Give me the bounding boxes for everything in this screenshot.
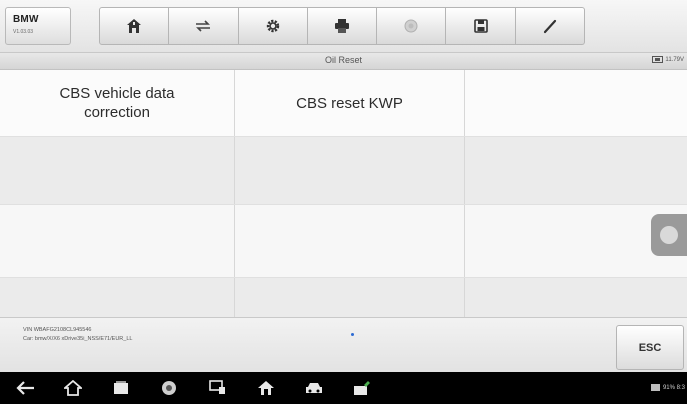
grid-row xyxy=(0,277,687,317)
vehicle-swap-icon xyxy=(196,20,211,32)
home-nav-button[interactable] xyxy=(62,379,84,397)
vehicle-info: VIN WBAFG2108CL945546 Car: bmw/X/X6 xDri… xyxy=(23,326,132,344)
empty-tile xyxy=(235,136,465,204)
empty-tile xyxy=(0,136,235,204)
page-indicator xyxy=(351,333,354,336)
page-title: Oil Reset xyxy=(324,55,362,65)
battery-voltage: 11.79V xyxy=(652,56,684,63)
pen-icon xyxy=(543,19,556,34)
help-icon xyxy=(404,19,418,33)
empty-tile xyxy=(235,204,465,277)
vci-button[interactable] xyxy=(351,379,373,397)
function-grid: CBS vehicle data correction CBS reset KW… xyxy=(0,70,687,317)
esc-button[interactable]: ESC xyxy=(616,325,684,370)
gear-icon xyxy=(266,19,279,33)
back-button[interactable] xyxy=(15,379,37,397)
screen-mirror-button[interactable] xyxy=(207,379,229,397)
empty-tile xyxy=(465,70,687,136)
battery-icon xyxy=(652,56,664,63)
title-bar: Oil Reset 11.79V xyxy=(0,53,687,70)
home-button[interactable] xyxy=(99,7,170,45)
cbs-reset-kwp-tile[interactable]: CBS reset KWP xyxy=(235,70,465,136)
save-button[interactable] xyxy=(446,7,516,45)
vin-text: VIN WBAFG2108CL945546 xyxy=(23,327,92,333)
toolbar-buttons xyxy=(99,7,585,45)
floating-button-icon xyxy=(660,226,678,244)
empty-tile xyxy=(0,204,235,277)
settings-button[interactable] xyxy=(238,7,308,45)
grid-row: CBS vehicle data correction CBS reset KW… xyxy=(0,70,687,136)
empty-tile xyxy=(0,277,235,317)
row-divider xyxy=(0,204,687,205)
help-button[interactable] xyxy=(377,7,447,45)
tile-label: CBS vehicle data correction xyxy=(59,85,175,121)
browser-button[interactable] xyxy=(158,379,180,397)
diagnostics-home-icon xyxy=(258,381,274,395)
empty-tile xyxy=(465,136,687,204)
status-bar: 91% 8:3 xyxy=(650,384,685,391)
recent-apps-icon xyxy=(114,381,128,394)
app-screen: BMW V1.03.03 Oil Reset 11.79V CBS vehicl… xyxy=(0,0,687,404)
vehicle-make: BMW xyxy=(13,14,39,25)
grid-row xyxy=(0,204,687,277)
cbs-data-correction-tile[interactable]: CBS vehicle data correction xyxy=(0,70,235,136)
row-divider xyxy=(0,277,687,278)
empty-tile xyxy=(235,277,465,317)
home-icon xyxy=(64,380,82,396)
vehicle-info-footer: VIN WBAFG2108CL945546 Car: bmw/X/X6 xDri… xyxy=(0,317,687,373)
vci-icon xyxy=(354,381,370,395)
car-text: Car: bmw/X/X6 xDrive35i_NSS/E71/EUR_LL xyxy=(23,336,133,342)
floating-assist-button[interactable] xyxy=(651,214,687,256)
voltage-value: 11.79V xyxy=(665,56,684,63)
diagnostics-home-button[interactable] xyxy=(255,379,277,397)
battery-time-text: 91% 8:3 xyxy=(662,384,685,391)
car-icon xyxy=(306,383,322,393)
save-icon xyxy=(473,19,488,33)
print-button[interactable] xyxy=(307,7,378,45)
back-icon xyxy=(16,381,34,395)
browser-icon xyxy=(162,381,176,395)
recent-apps-button[interactable] xyxy=(110,379,132,397)
empty-tile xyxy=(465,277,687,317)
brand-badge: BMW V1.03.03 xyxy=(5,7,71,45)
vehicle-swap-button[interactable] xyxy=(169,7,239,45)
row-divider xyxy=(0,136,687,137)
home-icon xyxy=(127,19,142,33)
grid-row xyxy=(0,136,687,204)
tile-label: CBS reset KWP xyxy=(296,94,403,112)
print-icon xyxy=(334,19,349,33)
android-nav-bar: 91% 8:3 xyxy=(0,372,687,404)
signal-icon xyxy=(650,384,660,391)
edit-button[interactable] xyxy=(515,7,585,45)
software-version: V1.03.03 xyxy=(13,29,34,35)
screen-mirror-icon xyxy=(209,380,225,394)
vehicle-button[interactable] xyxy=(303,379,325,397)
top-toolbar: BMW V1.03.03 xyxy=(0,0,687,53)
